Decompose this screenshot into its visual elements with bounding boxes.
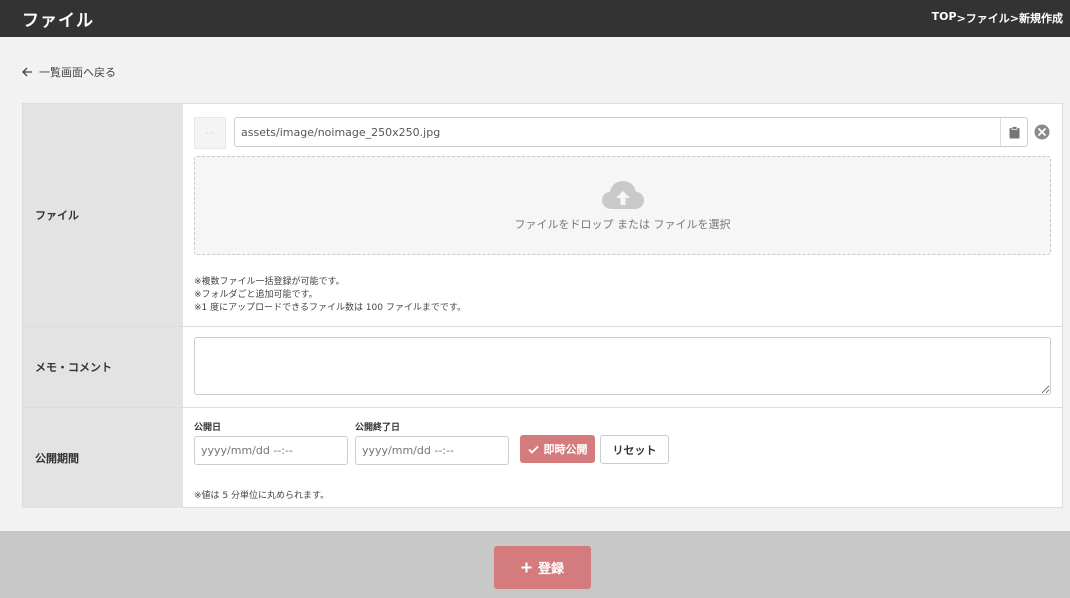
file-note: ※フォルダごと追加可能です。 [194, 290, 318, 300]
memo-row: メモ・コメント [23, 327, 1062, 408]
breadcrumb-top[interactable]: TOP [932, 10, 957, 26]
arrow-left-icon [22, 67, 32, 77]
top-bar: ファイル TOP >ファイル >新規作成 [0, 0, 1070, 37]
file-dropzone[interactable]: ファイルをドロップ または ファイルを選択 [194, 156, 1051, 255]
memo-textarea[interactable] [194, 337, 1051, 395]
end-date-input[interactable] [355, 436, 509, 465]
breadcrumb-file[interactable]: >ファイル [957, 10, 1010, 26]
back-link-label: 一覧画面へ戻る [39, 66, 116, 79]
end-date-label: 公開終了日 [355, 423, 401, 433]
file-label: ファイル [23, 104, 183, 326]
back-to-list-link[interactable]: 一覧画面へ戻る [22, 64, 116, 80]
check-icon [527, 445, 539, 454]
start-date-input[interactable] [194, 436, 348, 465]
clipboard-button[interactable] [1000, 118, 1027, 146]
publish-now-button[interactable]: 即時公開 [520, 435, 595, 463]
clipboard-icon [1009, 125, 1019, 138]
start-date-label: 公開日 [194, 423, 222, 433]
page-title: ファイル [22, 11, 94, 31]
cloud-upload-icon [601, 180, 644, 209]
plus-icon [521, 562, 532, 573]
breadcrumb: TOP >ファイル >新規作成 [932, 10, 1063, 26]
period-label: 公開期間 [23, 408, 183, 508]
file-row: ファイル ··· ファイルをドロップ または ファイルを選択 [23, 104, 1062, 327]
register-label: 登録 [537, 562, 564, 577]
breadcrumb-new: >新規作成 [1009, 12, 1063, 25]
period-content: 公開日 公開終了日 即時公開 リセット ※値は 5 分単位に丸められます。 [183, 408, 1062, 508]
memo-content [183, 327, 1062, 407]
register-button[interactable]: 登録 [494, 546, 591, 589]
reset-button[interactable]: リセット [600, 435, 669, 464]
file-path-input[interactable] [234, 117, 1028, 147]
file-note: ※1 度にアップロードできるファイル数は 100 ファイルまでです。 [194, 303, 466, 313]
file-content: ··· ファイルをドロップ または ファイルを選択 ※複数フ [183, 104, 1062, 326]
period-row: 公開期間 公開日 公開終了日 即時公開 リセット ※値は 5 分単位に丸められま… [23, 408, 1062, 508]
memo-label: メモ・コメント [23, 327, 183, 407]
clear-file-icon[interactable] [1034, 124, 1050, 140]
rounding-note: ※値は 5 分単位に丸められます。 [194, 491, 330, 501]
file-notes: ※複数ファイル一括登録が可能です。 ※フォルダごと追加可能です。 ※1 度にアッ… [194, 276, 466, 315]
dropzone-text: ファイルをドロップ または ファイルを選択 [514, 217, 731, 231]
file-form: ファイル ··· ファイルをドロップ または ファイルを選択 [22, 103, 1063, 508]
file-note: ※複数ファイル一括登録が可能です。 [194, 277, 345, 287]
file-thumbnail: ··· [194, 117, 226, 149]
footer-bar: 登録 [0, 531, 1070, 598]
publish-now-label: 即時公開 [543, 443, 588, 456]
